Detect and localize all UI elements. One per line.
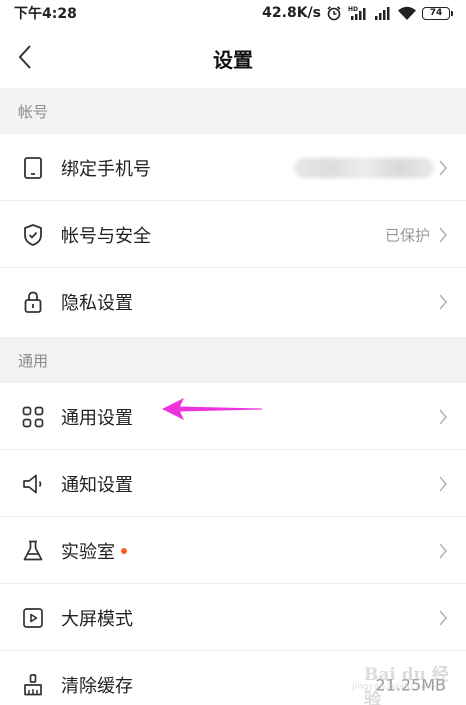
chevron-right-icon [439, 475, 448, 492]
row-label-text: 实验室 [61, 541, 115, 563]
chevron-right-icon [439, 159, 448, 176]
row-value: 已保护 [384, 226, 430, 244]
row-big-screen-mode[interactable]: 大屏模式 [0, 584, 466, 651]
flask-icon [21, 539, 45, 563]
row-label: 通用设置 [61, 407, 133, 429]
row-clear-cache[interactable]: 清除缓存 21.25MB [0, 651, 466, 705]
row-lab[interactable]: 实验室 [0, 517, 466, 584]
battery-icon: 74 [422, 6, 453, 20]
chevron-right-icon [439, 542, 448, 559]
row-privacy-settings[interactable]: 隐私设置 [0, 268, 466, 335]
row-label: 帐号与安全 [61, 225, 151, 247]
battery-level: 74 [429, 7, 443, 18]
row-label: 实验室 [61, 538, 127, 564]
row-general-settings[interactable]: 通用设置 [0, 383, 466, 450]
svg-text:HD: HD [348, 6, 358, 13]
row-notification-settings[interactable]: 通知设置 [0, 450, 466, 517]
status-bar: 下午4:28 42.8K/s HD 74 [0, 0, 466, 26]
row-label: 通知设置 [61, 474, 133, 496]
chevron-right-icon [439, 609, 448, 626]
shield-icon [21, 223, 45, 247]
new-badge-dot [121, 547, 127, 554]
row-bind-phone[interactable]: 绑定手机号 [0, 134, 466, 201]
page-title: 设置 [213, 48, 253, 72]
grid-icon [21, 405, 45, 429]
phone-icon [21, 156, 45, 180]
chevron-right-icon [439, 408, 448, 425]
chevron-right-icon [439, 293, 448, 310]
signal-icon [375, 7, 390, 20]
row-account-security[interactable]: 帐号与安全 已保护 [0, 201, 466, 268]
wifi-icon [398, 6, 416, 20]
alarm-icon [327, 6, 341, 21]
lock-icon [21, 290, 45, 314]
section-header-account: 帐号 [0, 88, 466, 134]
status-time: 下午4:28 [14, 6, 77, 22]
section-header-general: 通用 [0, 337, 466, 383]
row-label: 大屏模式 [61, 608, 133, 630]
row-label: 隐私设置 [61, 292, 133, 314]
row-label: 清除缓存 [61, 675, 133, 697]
status-icons: 42.8K/s HD 74 [262, 5, 453, 21]
row-label: 绑定手机号 [61, 158, 151, 180]
phone-number-blurred [294, 157, 434, 178]
play-screen-icon [21, 606, 45, 630]
speaker-icon [21, 472, 45, 496]
broom-icon [21, 673, 45, 697]
chevron-right-icon [439, 226, 448, 243]
nav-bar: 设置 [0, 26, 466, 88]
signal-hd-icon: HD [348, 6, 366, 20]
cache-size-value: 21.25MB [375, 675, 446, 694]
network-speed: 42.8K/s [262, 5, 321, 21]
